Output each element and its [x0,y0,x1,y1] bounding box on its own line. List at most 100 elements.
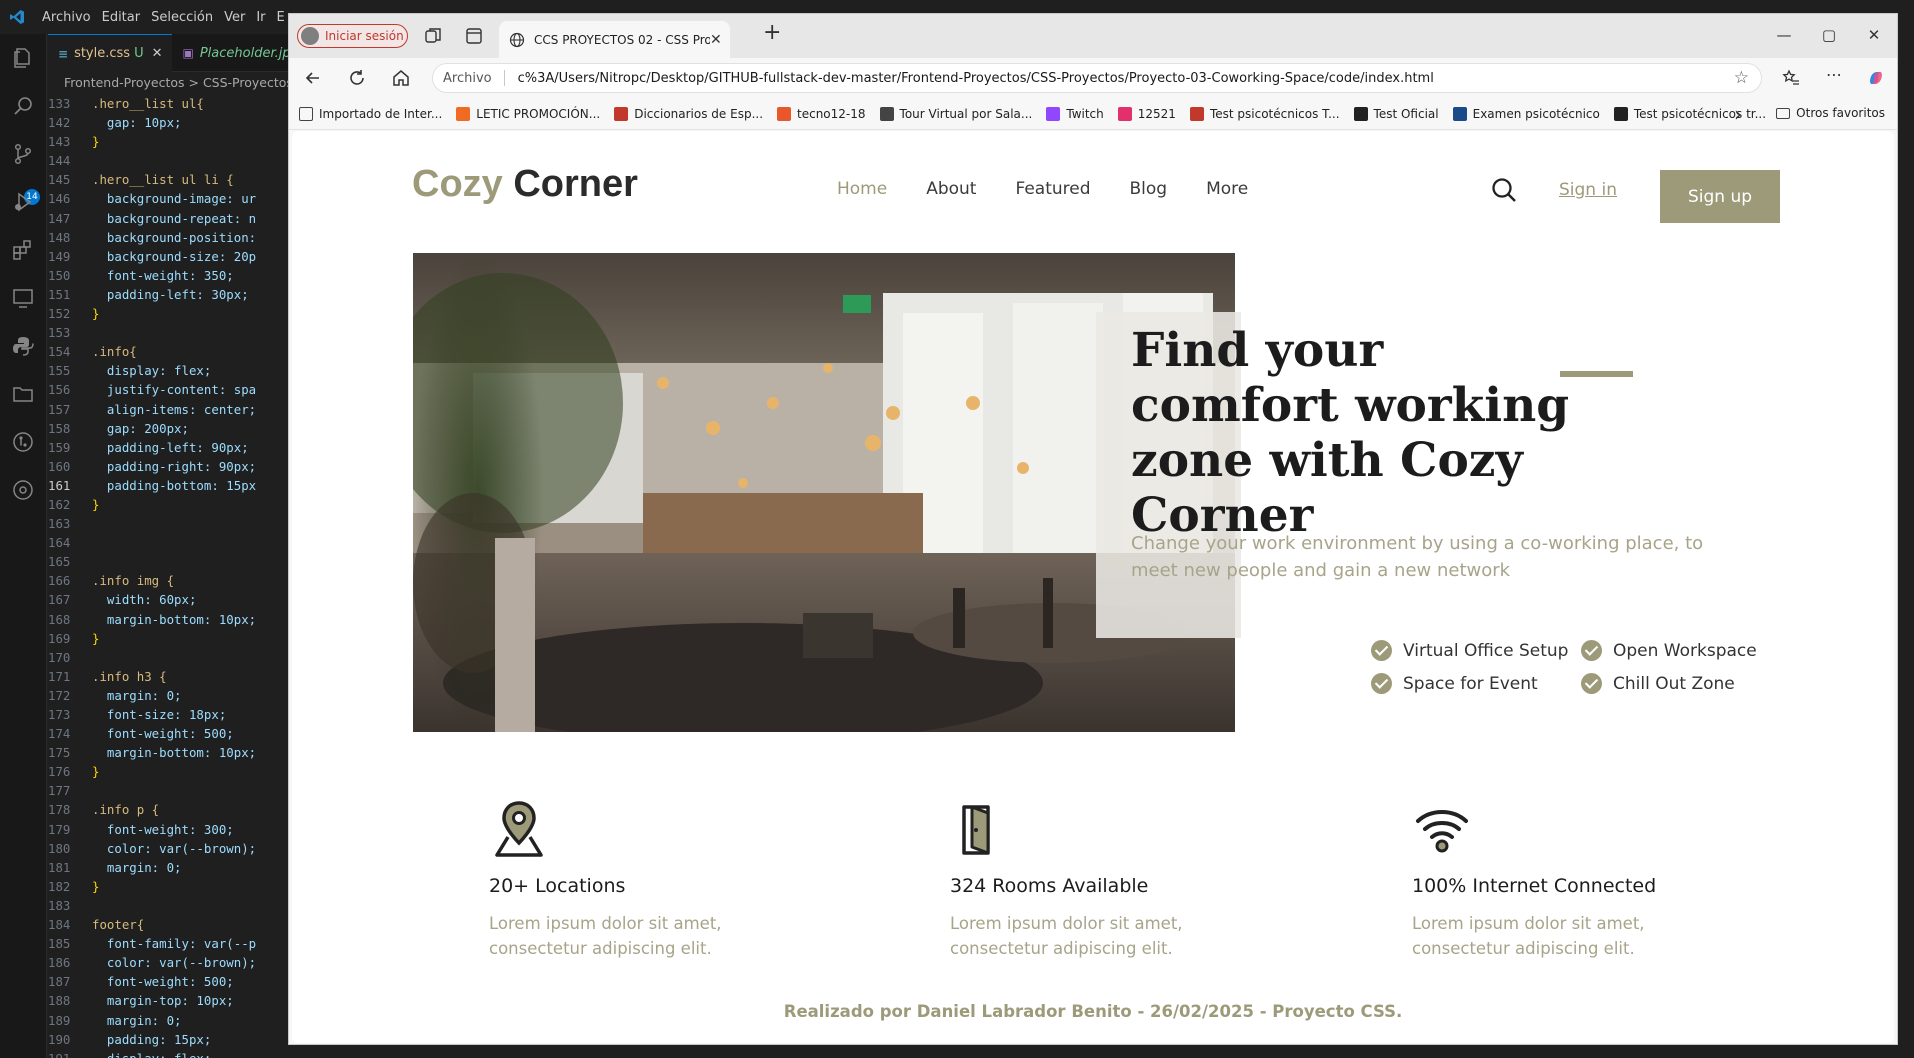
source-control-icon[interactable] [11,142,35,166]
breadcrumb[interactable]: Frontend-Proyectos > CSS-Proyectos > [48,72,288,94]
close-tab-icon[interactable]: ✕ [152,46,163,61]
code-line[interactable]: 179 font-weight: 300; [48,820,288,839]
signin-link[interactable]: Sign in [1559,180,1617,200]
code-line[interactable]: 166 .info img { [48,571,288,590]
bookmark-item[interactable]: Importado de Inter... [299,106,442,121]
tab-style-css[interactable]: ≡ style.css U ✕ [48,34,173,72]
copilot-icon[interactable] [1866,68,1886,88]
code-line[interactable]: 184 footer{ [48,915,288,934]
code-line[interactable]: 146 background-image: ur [48,189,288,208]
menu-seleccion[interactable]: Selección [149,10,222,25]
bookmark-item[interactable]: Test psicotécnicos tr... [1613,106,1766,121]
code-line[interactable]: 186 color: var(--brown); [48,953,288,972]
favorite-star-icon[interactable]: ☆ [1734,68,1749,88]
code-line[interactable]: 183 [48,896,288,915]
code-line[interactable]: 174 font-weight: 500; [48,724,288,743]
code-line[interactable]: 173 font-size: 18px; [48,705,288,724]
code-line[interactable]: 189 margin: 0; [48,1011,288,1030]
nav-featured[interactable]: Featured [1015,179,1090,199]
code-line[interactable]: 161 padding-bottom: 15px [48,476,288,495]
home-icon[interactable] [391,68,411,88]
code-line[interactable]: 142 gap: 10px; [48,113,288,132]
code-line[interactable]: 143} [48,132,288,151]
code-line[interactable]: 162} [48,495,288,514]
bookmark-item[interactable]: Tour Virtual por Sala... [879,106,1032,121]
code-editor[interactable]: ≡ style.css U ✕ ▣ Placeholder.jpg Fronte… [48,34,288,1058]
code-line[interactable]: 178 .info p { [48,800,288,819]
menu-editar[interactable]: Editar [100,10,150,25]
bookmark-item[interactable]: Twitch [1046,106,1104,121]
code-line[interactable]: 177 [48,781,288,800]
code-lines[interactable]: 133 .hero__list ul{142 gap: 10px; 143} 144 1… [48,94,288,1058]
code-line[interactable]: 163 [48,514,288,533]
code-line[interactable]: 156 justify-content: spa [48,380,288,399]
code-line[interactable]: 181 margin: 0; [48,858,288,877]
extensions-icon[interactable] [11,238,35,262]
bookmark-item[interactable]: tecno12-18 [777,106,866,121]
search-icon[interactable] [11,94,35,118]
code-line[interactable]: 152} [48,304,288,323]
workspaces-icon[interactable] [423,26,443,46]
tab-placeholder-jpg[interactable]: ▣ Placeholder.jpg [172,34,288,72]
code-line[interactable]: 149 background-size: 20p [48,247,288,266]
bookmarks-overflow-icon[interactable]: › [1734,102,1742,126]
nav-about[interactable]: About [926,179,976,199]
nav-home[interactable]: Home [837,179,887,199]
new-tab-icon[interactable]: + [763,22,781,44]
git-graph-icon[interactable] [11,430,35,454]
bookmark-item[interactable]: Test psicotécnicos T... [1189,106,1340,121]
code-line[interactable]: 147 background-repeat: n [48,209,288,228]
nav-blog[interactable]: Blog [1130,179,1168,199]
code-line[interactable]: 155 display: flex; [48,361,288,380]
bookmark-item[interactable]: LETIC PROMOCIÓN... [456,106,600,121]
menu-ver[interactable]: Ver [222,10,254,25]
code-line[interactable]: 150 font-weight: 350; [48,266,288,285]
code-line[interactable]: 153 [48,323,288,342]
code-line[interactable]: 145 .hero__list ul li { [48,170,288,189]
code-line[interactable]: 165 [48,552,288,571]
bookmark-item[interactable]: Diccionarios de Esp... [614,106,763,121]
url-text[interactable]: c%3A/Users/Nitropc/Desktop/GITHUB-fullst… [518,71,1648,86]
code-line[interactable]: 191 display: flex; [48,1049,288,1058]
code-line[interactable]: 182} [48,877,288,896]
tab-actions-icon[interactable] [464,26,484,46]
profile-button[interactable]: Iniciar sesión [297,24,408,48]
menu-ir[interactable]: Ir [254,10,274,25]
remote-explorer-icon[interactable] [11,286,35,310]
favorites-icon[interactable] [1781,68,1801,88]
code-line[interactable]: 172 margin: 0; [48,686,288,705]
nav-more[interactable]: More [1206,179,1248,199]
reload-icon[interactable] [347,68,367,88]
code-line[interactable]: 144 [48,151,288,170]
code-line[interactable]: 187 font-weight: 500; [48,972,288,991]
address-bar[interactable]: i Archivo c%3A/Users/Nitropc/Desktop/GIT… [432,63,1762,748]
folder-icon[interactable] [11,382,35,406]
run-debug-icon[interactable] [11,190,35,214]
minimize-icon[interactable]: — [1775,26,1793,44]
browser-tab-active[interactable]: CCS PROYECTOS 02 - CSS Proyecto ✕ [499,21,730,58]
back-icon[interactable] [303,68,323,88]
gitlens-icon[interactable] [11,478,35,502]
code-line[interactable]: 168 margin-bottom: 10px; [48,610,288,629]
close-tab-icon[interactable]: ✕ [710,32,722,48]
explorer-icon[interactable] [11,46,35,70]
code-line[interactable]: 175 margin-bottom: 10px; [48,743,288,762]
close-window-icon[interactable]: ✕ [1865,26,1883,44]
code-line[interactable]: 159 padding-left: 90px; [48,438,288,457]
bookmark-item[interactable]: Examen psicotécnico [1452,106,1600,121]
menu-archivo[interactable]: Archivo [40,10,100,25]
code-line[interactable]: 133 .hero__list ul{ [48,94,288,113]
code-line[interactable]: 169} [48,629,288,648]
signup-button[interactable]: Sign up [1660,170,1780,223]
code-line[interactable]: 151 padding-left: 30px; [48,285,288,304]
more-options-icon[interactable]: ⋯ [1825,66,1843,84]
code-line[interactable]: 176} [48,762,288,781]
code-line[interactable]: 160 padding-right: 90px; [48,457,288,476]
search-icon[interactable] [1490,176,1518,204]
site-logo[interactable]: Cozy Corner [412,163,638,206]
other-bookmarks[interactable]: Otros favoritos [1776,106,1885,120]
code-line[interactable]: 180 color: var(--brown); [48,839,288,858]
code-line[interactable]: 171 .info h3 { [48,667,288,686]
code-line[interactable]: 164 [48,533,288,552]
code-line[interactable]: 190 padding: 15px; [48,1030,288,1049]
